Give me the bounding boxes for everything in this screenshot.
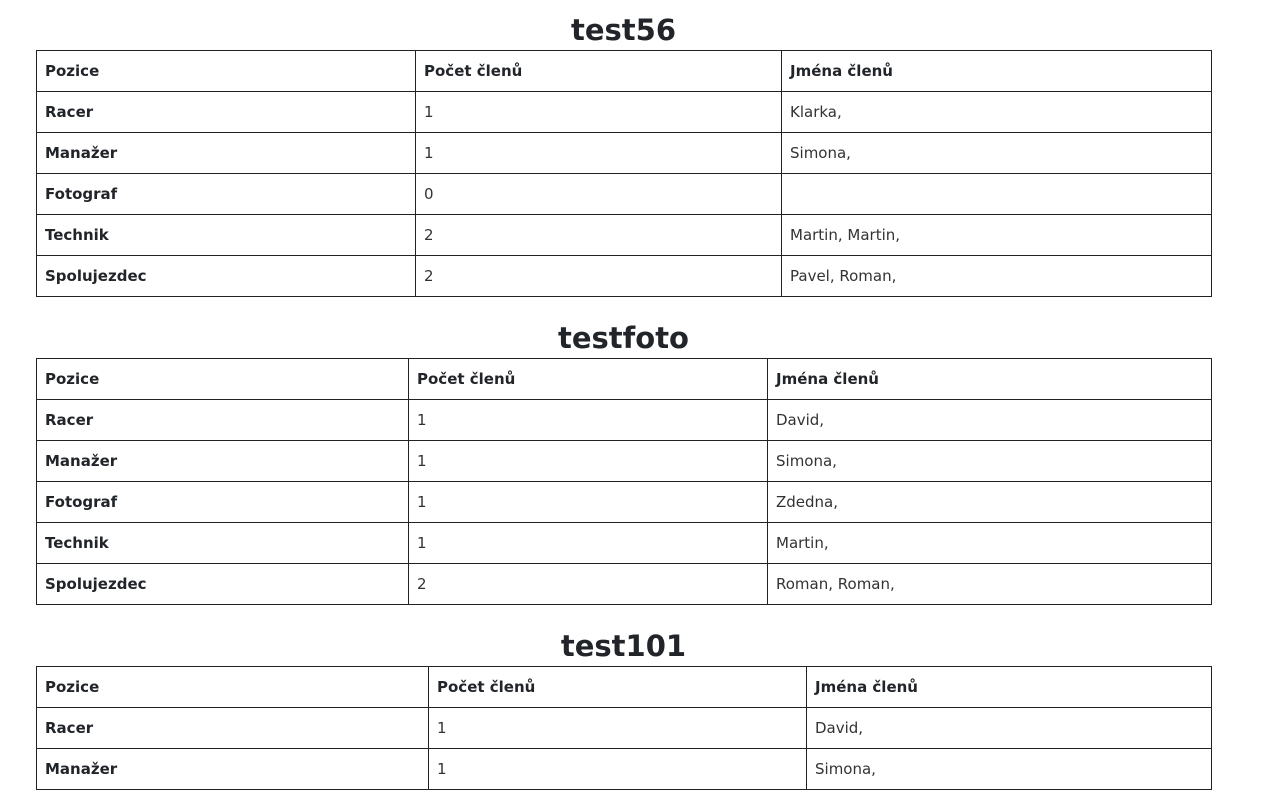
team-title: test101: [560, 629, 687, 663]
cell-count: 1: [408, 522, 768, 564]
cell-count: 0: [415, 173, 782, 215]
team-section-testfoto: testfoto Pozice Počet členů Jména členů …: [36, 312, 1212, 605]
table-header-row: Pozice Počet členů Jména členů: [36, 666, 1212, 708]
cell-count: 1: [408, 399, 768, 441]
cell-names: [781, 173, 1212, 215]
cell-count: 1: [408, 440, 768, 482]
table-row: Manažer 1 Simona,: [36, 132, 1212, 174]
cell-names: Simona,: [781, 132, 1212, 174]
cell-position: Technik: [36, 214, 416, 256]
cell-names: David,: [806, 707, 1212, 749]
header-position: Pozice: [36, 50, 416, 92]
table-row: Manažer 1 Simona,: [36, 748, 1212, 790]
header-names: Jména členů: [806, 666, 1212, 708]
header-position: Pozice: [36, 666, 429, 708]
header-names: Jména členů: [781, 50, 1212, 92]
cell-count: 1: [428, 707, 807, 749]
table-row: Fotograf 0: [36, 173, 1212, 215]
table-header-row: Pozice Počet členů Jména členů: [36, 358, 1212, 400]
team-table: Pozice Počet členů Jména členů Racer 1 D…: [36, 358, 1212, 605]
cell-names: Martin,: [767, 522, 1212, 564]
table-row: Technik 2 Martin, Martin,: [36, 214, 1212, 256]
cell-position: Racer: [36, 399, 409, 441]
cell-position: Spolujezdec: [36, 255, 416, 297]
team-section-test56: test56 Pozice Počet členů Jména členů Ra…: [36, 4, 1212, 297]
header-count: Počet členů: [428, 666, 807, 708]
table-row: Spolujezdec 2 Pavel, Roman,: [36, 255, 1212, 297]
cell-names: Pavel, Roman,: [781, 255, 1212, 297]
table-row: Manažer 1 Simona,: [36, 440, 1212, 482]
team-table: Pozice Počet členů Jména členů Racer 1 K…: [36, 50, 1212, 297]
cell-count: 1: [428, 748, 807, 790]
cell-count: 1: [415, 132, 782, 174]
cell-names: Zdedna,: [767, 481, 1212, 523]
cell-position: Spolujezdec: [36, 563, 409, 605]
cell-position: Manažer: [36, 132, 416, 174]
cell-position: Manažer: [36, 748, 429, 790]
table-row: Spolujezdec 2 Roman, Roman,: [36, 563, 1212, 605]
cell-count: 1: [408, 481, 768, 523]
table-row: Racer 1 Klarka,: [36, 91, 1212, 133]
team-section-test101: test101 Pozice Počet členů Jména členů R…: [36, 620, 1212, 790]
cell-position: Fotograf: [36, 481, 409, 523]
table-row: Racer 1 David,: [36, 707, 1212, 749]
cell-count: 2: [415, 255, 782, 297]
team-title: testfoto: [558, 321, 689, 355]
cell-names: Simona,: [806, 748, 1212, 790]
header-position: Pozice: [36, 358, 409, 400]
cell-count: 2: [408, 563, 768, 605]
header-names: Jména členů: [767, 358, 1212, 400]
table-row: Technik 1 Martin,: [36, 522, 1212, 564]
cell-position: Fotograf: [36, 173, 416, 215]
cell-count: 2: [415, 214, 782, 256]
table-row: Fotograf 1 Zdedna,: [36, 481, 1212, 523]
cell-position: Racer: [36, 707, 429, 749]
cell-position: Manažer: [36, 440, 409, 482]
cell-names: Simona,: [767, 440, 1212, 482]
table-row: Racer 1 David,: [36, 399, 1212, 441]
header-count: Počet členů: [415, 50, 782, 92]
cell-position: Technik: [36, 522, 409, 564]
header-count: Počet členů: [408, 358, 768, 400]
cell-count: 1: [415, 91, 782, 133]
team-title: test56: [570, 13, 676, 47]
team-table: Pozice Počet členů Jména členů Racer 1 D…: [36, 666, 1212, 790]
cell-names: Roman, Roman,: [767, 563, 1212, 605]
cell-names: Klarka,: [781, 91, 1212, 133]
table-header-row: Pozice Počet členů Jména členů: [36, 50, 1212, 92]
cell-names: Martin, Martin,: [781, 214, 1212, 256]
cell-position: Racer: [36, 91, 416, 133]
cell-names: David,: [767, 399, 1212, 441]
